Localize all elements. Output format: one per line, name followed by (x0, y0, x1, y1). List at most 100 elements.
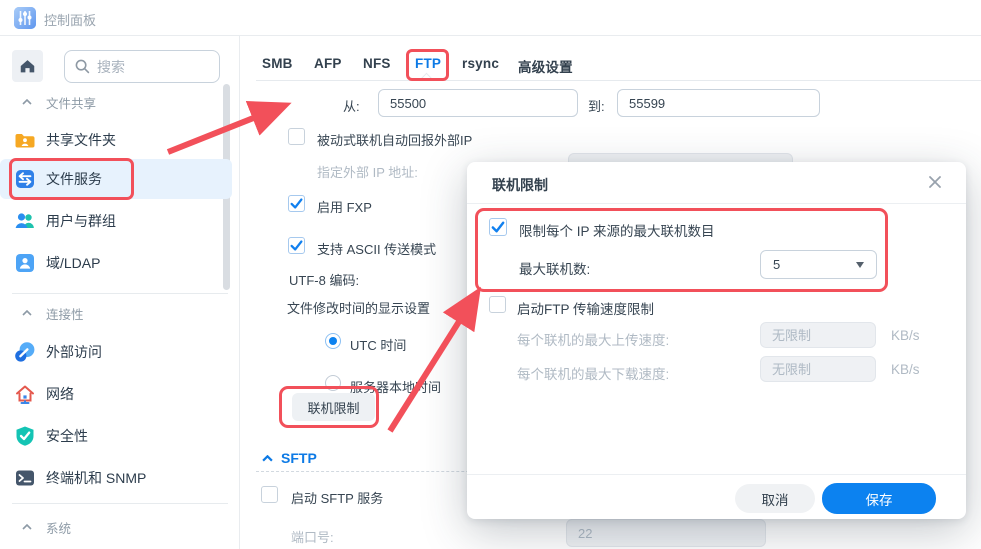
ftp-speed-limit-label: 启动FTP 传输速度限制 (517, 298, 654, 318)
tab-afp[interactable]: AFP (314, 56, 342, 71)
sidebar-content-divider (239, 36, 240, 549)
sidebar-item-label: 用户与群组 (46, 211, 116, 231)
tab-rsync[interactable]: rsync (462, 56, 499, 71)
terminal-icon (14, 467, 36, 489)
dialog-title: 联机限制 (492, 175, 548, 195)
sidebar: 文件共享 共享文件夹 文件服务 (0, 36, 240, 549)
passive-report-ip-checkbox[interactable] (288, 128, 305, 145)
sidebar-item-security[interactable]: 安全性 (0, 418, 232, 454)
enable-sftp-label: 启动 SFTP 服务 (291, 488, 383, 507)
shared-folder-icon (14, 129, 36, 151)
sidebar-divider (12, 503, 228, 504)
utc-time-radio[interactable] (325, 333, 341, 349)
connection-limit-dialog: 联机限制 限制每个 IP 来源的最大联机数目 最大联机数: 5 启动FTP 传输… (467, 162, 966, 519)
search-icon (75, 59, 90, 74)
external-ip-label: 指定外部 IP 地址: (317, 162, 418, 181)
tab-smb[interactable]: SMB (262, 56, 293, 71)
chevron-up-icon (22, 524, 32, 530)
window-header: 控制面板 (0, 0, 981, 36)
sidebar-item-label: 安全性 (46, 426, 88, 446)
enable-fxp-label: 启用 FXP (317, 197, 372, 216)
sidebar-item-label: 外部访问 (46, 342, 102, 362)
save-button[interactable]: 保存 (822, 483, 936, 514)
port-to-input[interactable] (617, 89, 820, 117)
max-upload-speed-input (760, 322, 876, 348)
chevron-down-icon (856, 262, 864, 268)
sftp-section-header[interactable]: SFTP (262, 450, 317, 466)
sftp-port-input (566, 519, 766, 547)
home-button[interactable] (12, 50, 43, 82)
search-input[interactable] (97, 59, 197, 75)
sidebar-item-users-groups[interactable]: 用户与群组 (0, 203, 232, 239)
limit-per-ip-label: 限制每个 IP 来源的最大联机数目 (519, 220, 715, 240)
server-local-time-radio[interactable] (325, 375, 341, 391)
sidebar-item-file-services[interactable]: 文件服务 (0, 159, 232, 199)
close-icon[interactable] (925, 172, 945, 192)
file-services-icon (14, 168, 36, 190)
ascii-mode-label: 支持 ASCII 传送模式 (317, 239, 436, 258)
max-download-speed-input (760, 356, 876, 382)
port-from-label: 从: (343, 96, 360, 115)
connection-limit-button[interactable]: 联机限制 (292, 393, 375, 421)
tab-underline (256, 80, 981, 81)
max-download-speed-label: 每个联机的最大下载速度: (517, 363, 669, 383)
port-from-input[interactable] (378, 89, 578, 117)
sidebar-section-file-sharing[interactable]: 文件共享 (0, 92, 225, 112)
upload-unit-label: KB/s (891, 328, 920, 343)
sidebar-item-label: 终端机和 SNMP (46, 468, 146, 488)
cancel-button[interactable]: 取消 (735, 484, 815, 513)
mtime-display-label: 文件修改时间的显示设置 (287, 298, 430, 317)
sidebar-section-connectivity[interactable]: 连接性 (0, 303, 225, 323)
utc-time-label: UTC 时间 (350, 335, 406, 354)
sftp-port-label: 端口号: (291, 527, 334, 546)
chevron-up-icon (22, 99, 32, 105)
external-access-icon (14, 341, 36, 363)
sidebar-item-label: 文件服务 (46, 169, 102, 189)
sidebar-item-shared-folders[interactable]: 共享文件夹 (0, 122, 232, 158)
sftp-section-label: SFTP (281, 450, 317, 466)
sidebar-item-label: 共享文件夹 (46, 130, 116, 150)
max-connections-value: 5 (773, 257, 780, 272)
section-label: 系统 (46, 518, 71, 537)
security-shield-icon (14, 425, 36, 447)
annotation-arrow-dialog (390, 301, 472, 431)
sidebar-item-label: 网络 (46, 384, 74, 404)
ascii-mode-checkbox[interactable] (288, 237, 305, 254)
dialog-footer-divider (467, 474, 966, 475)
search-box[interactable] (64, 50, 220, 83)
download-unit-label: KB/s (891, 362, 920, 377)
home-icon (19, 58, 36, 74)
port-to-label: 到: (588, 96, 605, 115)
tab-ftp[interactable]: FTP (415, 56, 441, 71)
sidebar-item-label: 域/LDAP (46, 253, 100, 273)
users-icon (14, 210, 36, 232)
chevron-up-icon (22, 310, 32, 316)
sidebar-section-system[interactable]: 系统 (0, 517, 225, 537)
utf8-label: UTF-8 编码: (289, 270, 359, 289)
active-tab-notch (419, 73, 435, 89)
check-icon (490, 219, 506, 235)
enable-sftp-checkbox[interactable] (261, 486, 278, 503)
tab-advanced[interactable]: 高级设置 (518, 56, 573, 76)
enable-fxp-checkbox[interactable] (288, 195, 305, 212)
sidebar-item-domain-ldap[interactable]: 域/LDAP (0, 245, 232, 281)
section-label: 连接性 (46, 304, 84, 323)
ftp-speed-limit-checkbox[interactable] (489, 296, 506, 313)
control-panel-icon (13, 6, 37, 30)
max-connections-dropdown[interactable]: 5 (760, 250, 877, 279)
chevron-up-icon (262, 455, 273, 462)
section-label: 文件共享 (46, 93, 96, 112)
dialog-header-divider (467, 203, 966, 204)
max-upload-speed-label: 每个联机的最大上传速度: (517, 329, 669, 349)
tab-nfs[interactable]: NFS (363, 56, 391, 71)
check-icon (289, 238, 304, 253)
check-icon (289, 196, 304, 211)
limit-per-ip-checkbox[interactable] (489, 218, 507, 236)
window-title: 控制面板 (44, 10, 96, 29)
sidebar-item-terminal-snmp[interactable]: 终端机和 SNMP (0, 460, 232, 496)
sidebar-item-network[interactable]: 网络 (0, 376, 232, 412)
passive-report-ip-label: 被动式联机自动回报外部IP (317, 130, 472, 149)
sidebar-divider (12, 293, 228, 294)
sidebar-item-external-access[interactable]: 外部访问 (0, 334, 232, 370)
domain-ldap-icon (14, 252, 36, 274)
